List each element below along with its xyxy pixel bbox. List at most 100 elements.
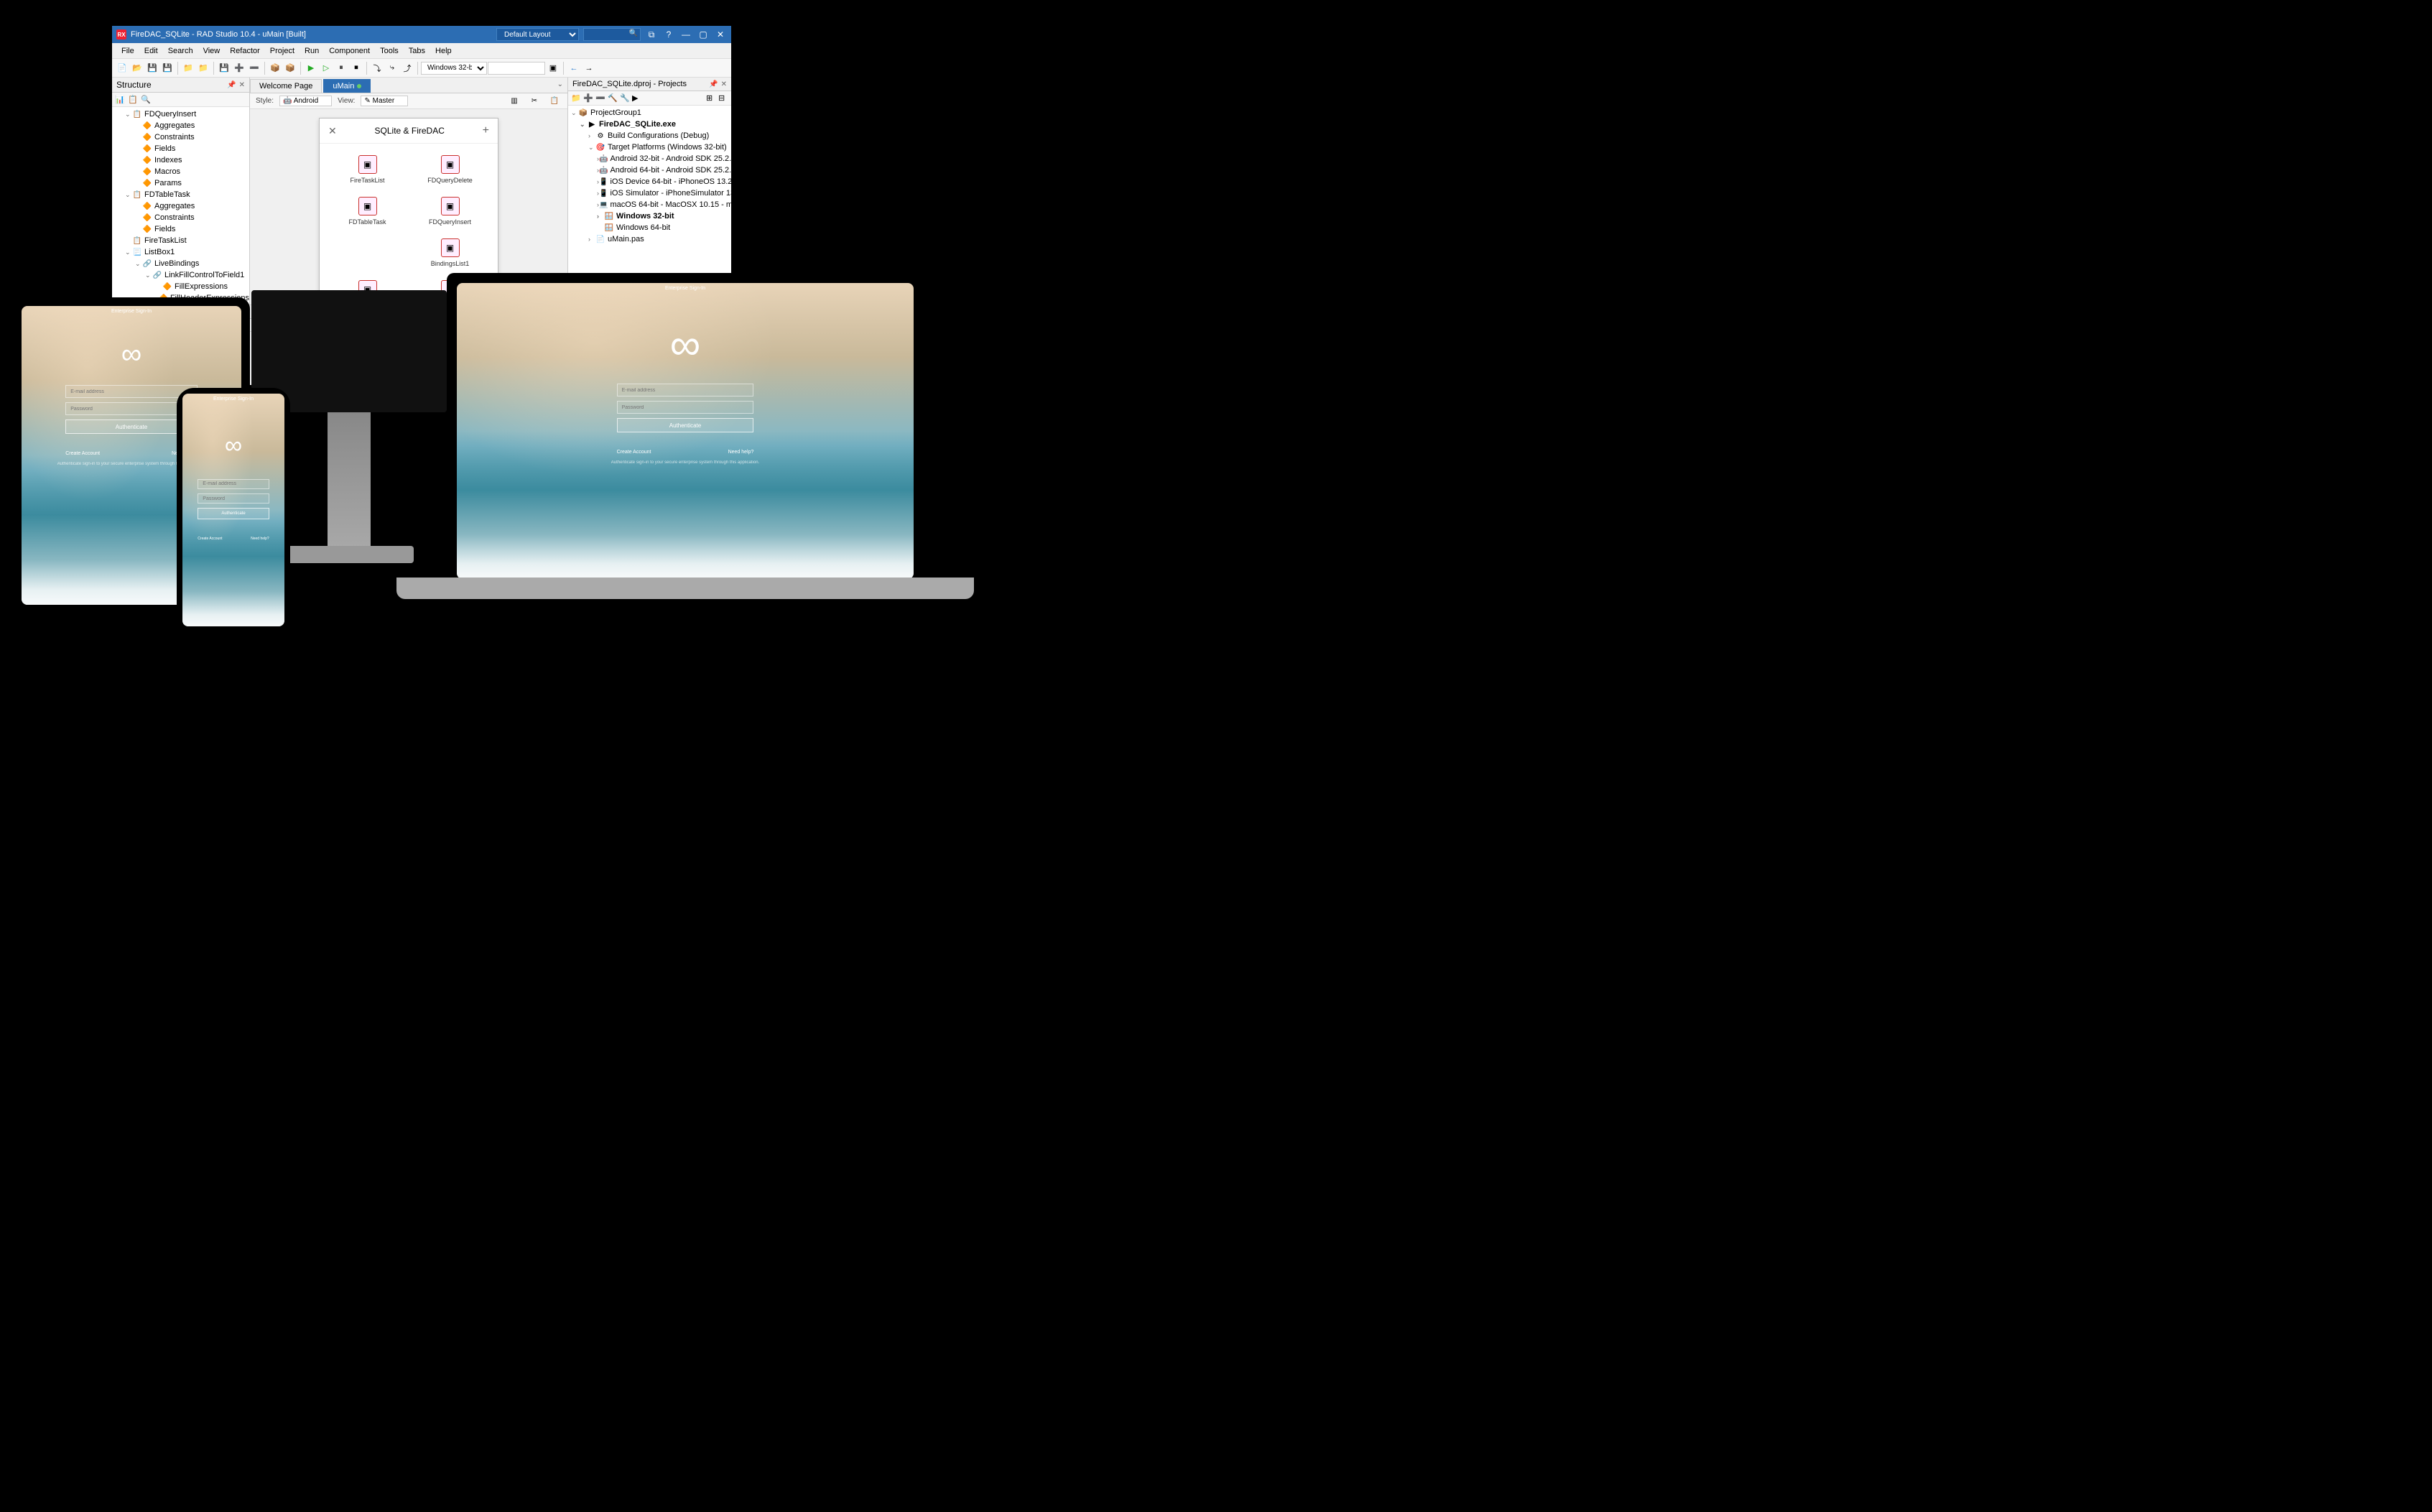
project-tree-item[interactable]: ›📱iOS Simulator - iPhoneSimulator 13.2 -… — [568, 187, 731, 199]
designer-tool-icon[interactable]: ✂ — [527, 94, 542, 108]
search-input[interactable] — [583, 28, 641, 41]
tree-item[interactable]: 🔶Constraints — [112, 131, 249, 143]
menu-tabs[interactable]: Tabs — [404, 45, 430, 57]
pause-button[interactable]: ⏸ — [334, 61, 348, 75]
project-tree-item[interactable]: ›⚙Build Configurations (Debug) — [568, 130, 731, 142]
save-project-icon[interactable]: 💾 — [217, 61, 231, 75]
tree-item[interactable]: 🔶Fields — [112, 223, 249, 235]
form-component[interactable]: ▣FDTableTask — [328, 197, 407, 226]
step-out-icon[interactable]: ⤴ — [400, 61, 414, 75]
form-component[interactable]: ▣FDQueryInsert — [411, 197, 489, 226]
minimize-button[interactable]: — — [679, 28, 692, 41]
desktop-icon[interactable]: ⧉ — [645, 28, 658, 41]
chevron-down-icon[interactable]: ⌄ — [557, 80, 563, 88]
project-tree-item[interactable]: ⌄📦ProjectGroup1 — [568, 107, 731, 119]
tree-item[interactable]: 🔶FillExpressions — [112, 281, 249, 292]
proj-tool-icon[interactable]: 🔨 — [608, 93, 618, 103]
tree-item[interactable]: 🔶Aggregates — [112, 120, 249, 131]
remove-file-icon[interactable]: ➖ — [247, 61, 261, 75]
password-field[interactable] — [198, 493, 269, 504]
menu-tools[interactable]: Tools — [375, 45, 404, 57]
layout-select[interactable]: Default Layout — [496, 28, 579, 41]
install-icon[interactable]: 📦 — [268, 61, 282, 75]
tree-item[interactable]: 📋FireTaskList — [112, 235, 249, 246]
menu-refactor[interactable]: Refactor — [225, 45, 265, 57]
uninstall-icon[interactable]: 📦 — [283, 61, 297, 75]
project-tree-item[interactable]: ›💻macOS 64-bit - MacOSX 10.15 - mac prof… — [568, 199, 731, 210]
project-tree-item[interactable]: ›📄uMain.pas — [568, 233, 731, 245]
tree-item[interactable]: ⌄🔗LinkFillControlToField1 — [112, 269, 249, 281]
nav-back-icon[interactable]: ← — [567, 61, 581, 75]
new-file-icon[interactable]: 📄 — [115, 61, 129, 75]
need-help-link[interactable]: Need help? — [251, 537, 269, 541]
save-icon[interactable]: 💾 — [145, 61, 159, 75]
proj-tool-icon[interactable]: ▶ — [632, 93, 642, 103]
help-icon[interactable]: ? — [662, 28, 675, 41]
tree-item[interactable]: 🔶Macros — [112, 166, 249, 177]
email-field[interactable] — [198, 479, 269, 489]
nav-forward-icon[interactable]: → — [582, 61, 596, 75]
step-into-icon[interactable]: ⤷ — [385, 61, 399, 75]
tree-item[interactable]: 🔶Fields — [112, 143, 249, 154]
project-tree-item[interactable]: ›🪟Windows 32-bit — [568, 210, 731, 222]
email-field[interactable] — [65, 385, 198, 398]
maximize-button[interactable]: ▢ — [697, 28, 710, 41]
structure-tool-icon[interactable]: 📊 — [115, 95, 125, 105]
create-account-link[interactable]: Create Account — [617, 450, 651, 455]
form-component[interactable]: ▣BindingsList1 — [411, 238, 489, 267]
proj-tool-icon[interactable]: ➕ — [583, 93, 593, 103]
run-button[interactable]: ▶ — [304, 61, 318, 75]
folder-icon[interactable]: 📁 — [181, 61, 195, 75]
structure-tool-icon[interactable]: 📋 — [128, 95, 138, 105]
project-tree-item[interactable]: ›📱iOS Device 64-bit - iPhoneOS 13.2 - ma… — [568, 176, 731, 187]
pin-icon[interactable]: 📌 — [227, 81, 236, 89]
tree-item[interactable]: ⌄📋FDTableTask — [112, 189, 249, 200]
project-tree-item[interactable]: 🪟Windows 64-bit — [568, 222, 731, 233]
tree-item[interactable]: 🔶Params — [112, 177, 249, 189]
form-component[interactable]: ▣FDQueryDelete — [411, 155, 489, 184]
device-select[interactable] — [488, 62, 545, 75]
project-tree-item[interactable]: ⌄▶FireDAC_SQLite.exe — [568, 119, 731, 130]
open-icon[interactable]: 📂 — [130, 61, 144, 75]
save-all-icon[interactable]: 💾 — [160, 61, 175, 75]
form-close-icon[interactable]: ✕ — [328, 125, 337, 137]
proj-tool-icon[interactable]: ⊟ — [718, 93, 728, 103]
close-panel-icon[interactable]: ✕ — [239, 81, 245, 89]
menu-help[interactable]: Help — [430, 45, 457, 57]
password-field[interactable] — [617, 401, 754, 414]
structure-tool-icon[interactable]: 🔍 — [141, 95, 151, 105]
tab-welcome[interactable]: Welcome Page — [250, 79, 322, 93]
menu-file[interactable]: File — [116, 45, 139, 57]
menu-run[interactable]: Run — [300, 45, 324, 57]
menu-edit[interactable]: Edit — [139, 45, 163, 57]
menu-component[interactable]: Component — [324, 45, 375, 57]
authenticate-button[interactable]: Authenticate — [617, 418, 754, 432]
form-component[interactable]: ▣FireTaskList — [328, 155, 407, 184]
need-help-link[interactable]: Need help? — [728, 450, 754, 455]
menu-view[interactable]: View — [198, 45, 226, 57]
close-button[interactable]: ✕ — [714, 28, 727, 41]
authenticate-button[interactable]: Authenticate — [198, 508, 269, 519]
project-tree-item[interactable]: ›🤖Android 32-bit - Android SDK 25.2.5 32… — [568, 153, 731, 164]
menu-search[interactable]: Search — [163, 45, 198, 57]
step-over-icon[interactable]: ⤵ — [370, 61, 384, 75]
proj-tool-icon[interactable]: ⊞ — [706, 93, 716, 103]
pin-icon[interactable]: 📌 — [709, 80, 718, 88]
stop-button[interactable]: ⏹ — [349, 61, 363, 75]
tree-item[interactable]: 🔶Indexes — [112, 154, 249, 166]
proj-tool-icon[interactable]: ➖ — [595, 93, 605, 103]
create-account-link[interactable]: Create Account — [198, 537, 222, 541]
add-folder-icon[interactable]: 📁 — [196, 61, 210, 75]
designer-tool-icon[interactable]: 📋 — [547, 94, 562, 108]
proj-tool-icon[interactable]: 📁 — [571, 93, 581, 103]
project-tree-item[interactable]: ›🤖Android 64-bit - Android SDK 25.2.5 64… — [568, 164, 731, 176]
platform-select[interactable]: Windows 32-bit — [421, 62, 487, 75]
tree-item[interactable]: 🔶Aggregates — [112, 200, 249, 212]
view-select[interactable]: ✎ Master — [361, 96, 408, 106]
designer-tool-icon[interactable]: ▥ — [507, 94, 521, 108]
create-account-link[interactable]: Create Account — [65, 451, 100, 456]
style-select[interactable]: 🤖 Android — [279, 96, 332, 106]
form-add-icon[interactable]: + — [483, 124, 489, 137]
tab-umain[interactable]: uMain — [323, 79, 371, 93]
tree-item[interactable]: ⌄📃ListBox1 — [112, 246, 249, 258]
